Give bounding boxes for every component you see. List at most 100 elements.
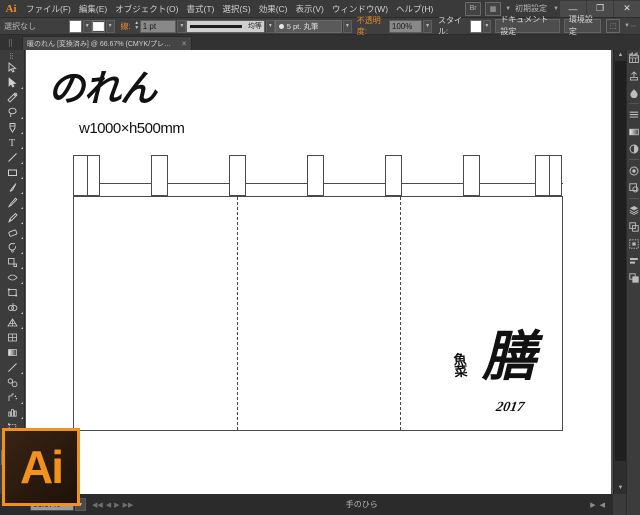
workspace-switcher[interactable]: 初期設定 [511, 3, 551, 14]
artboard-navigation[interactable]: ◀◀ ◀ ▶ ▶▶ [92, 501, 133, 509]
shape-builder-flyout-icon[interactable] [21, 312, 23, 314]
document-tab[interactable]: 暖のれん [変換済み] @ 66.67% (CMYK/プレビュー) ✕ [22, 36, 192, 50]
rectangle-flyout-icon[interactable] [21, 177, 23, 179]
gradient-panel-icon[interactable] [627, 123, 640, 140]
mesh-tool[interactable] [1, 330, 24, 345]
blob-brush-flyout-icon[interactable] [21, 222, 23, 224]
stroke-weight-field[interactable]: 1 pt [140, 20, 177, 33]
pencil-flyout-icon[interactable] [21, 207, 23, 209]
artboard-last-icon[interactable]: ▶▶ [123, 501, 134, 509]
opacity-field[interactable]: 100% [389, 20, 422, 33]
symbol-sprayer-tool[interactable] [1, 390, 24, 405]
menu-effect[interactable]: 効果(C) [255, 0, 292, 18]
menu-help[interactable]: ヘルプ(H) [392, 0, 437, 18]
brush-definition-caret-icon[interactable]: ▼ [343, 20, 352, 33]
symbol-sprayer-flyout-icon[interactable] [21, 402, 23, 404]
style-caret-icon[interactable]: ▼ [483, 20, 492, 33]
menu-file[interactable]: ファイル(F) [22, 0, 75, 18]
line-segment-tool[interactable] [1, 150, 24, 165]
fill-swatch-caret-icon[interactable]: ▼ [83, 20, 92, 33]
column-graph-tool[interactable] [1, 405, 24, 420]
magic-wand-tool[interactable] [1, 90, 24, 105]
lasso-tool[interactable] [1, 105, 24, 120]
align-panel-icon[interactable] [627, 252, 640, 269]
scale-tool[interactable] [1, 255, 24, 270]
blob-brush-tool[interactable] [1, 210, 24, 225]
scale-flyout-icon[interactable] [21, 267, 23, 269]
status-menu-icon[interactable]: ◀ [600, 501, 605, 509]
eraser-flyout-icon[interactable] [21, 237, 23, 239]
stroke-weight-caret-icon[interactable]: ▼ [177, 20, 186, 33]
lasso-flyout-icon[interactable] [21, 117, 23, 119]
preferences-button[interactable]: 環境設定 [564, 19, 601, 33]
stroke-swatch-caret-icon[interactable]: ▼ [106, 20, 115, 33]
window-close-button[interactable]: ✕ [614, 1, 640, 17]
stroke-profile-dropdown[interactable]: 均等 [186, 20, 265, 33]
line-flyout-icon[interactable] [21, 162, 23, 164]
stroke-panel-icon[interactable] [627, 106, 640, 123]
pen-tool[interactable] [1, 120, 24, 135]
width-tool[interactable] [1, 270, 24, 285]
menu-edit[interactable]: 編集(E) [75, 0, 111, 18]
workspace-caret-icon[interactable]: ▼ [553, 6, 559, 12]
pencil-tool[interactable] [1, 195, 24, 210]
selection-tool[interactable] [1, 60, 24, 75]
arrange-documents-icon[interactable]: ▦ [485, 2, 501, 16]
menu-type[interactable]: 書式(T) [182, 0, 218, 18]
blend-tool[interactable] [1, 375, 24, 390]
width-flyout-icon[interactable] [21, 282, 23, 284]
vertical-scroll-thumb[interactable] [615, 61, 626, 461]
direct-selection-flyout-icon[interactable] [21, 87, 23, 89]
tools-panel-grip[interactable]: ⣿ [0, 52, 24, 60]
artboard-prev-icon[interactable]: ◀ [106, 501, 111, 509]
control-bar-overflow-icon[interactable]: ⋯ [630, 23, 636, 30]
eraser-tool[interactable] [1, 225, 24, 240]
appearance-panel-icon[interactable] [627, 162, 640, 179]
type-flyout-icon[interactable] [21, 147, 23, 149]
symbols-panel-icon[interactable] [627, 235, 640, 252]
pathfinder-panel-icon[interactable] [627, 269, 640, 286]
document-setup-button[interactable]: ドキュメント設定 [495, 19, 560, 33]
perspective-grid-flyout-icon[interactable] [21, 327, 23, 329]
graphic-style-swatch[interactable] [470, 20, 481, 33]
graphic-styles-panel-icon[interactable] [627, 179, 640, 196]
transparency-panel-icon[interactable] [627, 140, 640, 157]
shape-builder-tool[interactable] [1, 300, 24, 315]
gradient-tool[interactable] [1, 345, 24, 360]
bridge-icon[interactable]: Br [465, 2, 481, 16]
eyedropper-flyout-icon[interactable] [21, 372, 23, 374]
menu-object[interactable]: オブジェクト(O) [111, 0, 182, 18]
stroke-color-swatch[interactable] [92, 20, 105, 33]
pen-flyout-icon[interactable] [21, 132, 23, 134]
menu-view[interactable]: 表示(V) [292, 0, 328, 18]
paintbrush-tool[interactable] [1, 180, 24, 195]
free-transform-tool[interactable] [1, 285, 24, 300]
swatches-panel-icon[interactable] [627, 84, 640, 101]
fill-color-swatch[interactable] [69, 20, 82, 33]
status-next-icon[interactable]: ▶ [590, 501, 595, 509]
current-tool-status[interactable]: 手のひら [133, 499, 590, 510]
artboard-first-icon[interactable]: ◀◀ [92, 501, 103, 509]
stroke-profile-caret-icon[interactable]: ▼ [266, 20, 275, 33]
artboards-panel-icon[interactable] [627, 218, 640, 235]
tab-bar-grip[interactable]: ⣿ [0, 35, 22, 50]
perspective-grid-tool[interactable] [1, 315, 24, 330]
opacity-caret-icon[interactable]: ▼ [423, 20, 432, 33]
canvas-vertical-scrollbar[interactable]: ▲ ▼ [613, 50, 626, 494]
type-tool[interactable]: T [1, 135, 24, 150]
dock-expand-icon[interactable]: ◀◀ [626, 50, 640, 58]
color-guide-panel-icon[interactable] [627, 67, 640, 84]
graph-flyout-icon[interactable] [21, 417, 23, 419]
brush-definition-dropdown[interactable]: 5 pt. 丸筆 [275, 20, 342, 33]
direct-selection-tool[interactable] [1, 75, 24, 90]
canvas-area[interactable]: のれん w1000×h500mm 魚 [25, 50, 613, 494]
menu-select[interactable]: 選択(S) [218, 0, 254, 18]
eyedropper-tool[interactable] [1, 360, 24, 375]
transform-panel-icon[interactable]: ⬚ [606, 19, 620, 33]
artboard[interactable]: のれん w1000×h500mm 魚 [26, 50, 611, 494]
rotate-flyout-icon[interactable] [21, 252, 23, 254]
rectangle-tool[interactable] [1, 165, 24, 180]
artboard-next-icon[interactable]: ▶ [114, 501, 119, 509]
document-tab-close-icon[interactable]: ✕ [181, 40, 187, 48]
layers-panel-icon[interactable] [627, 201, 640, 218]
